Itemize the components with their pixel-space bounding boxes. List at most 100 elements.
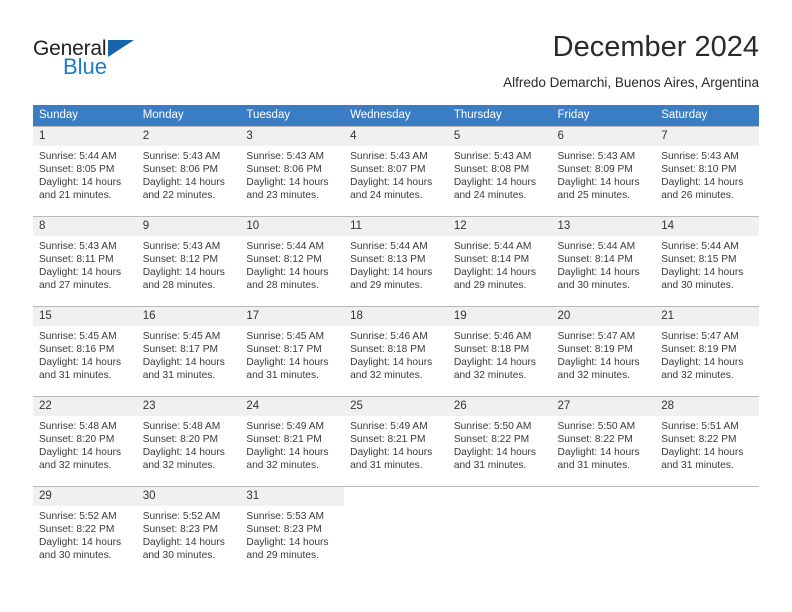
calendar-day-cell[interactable]: 21 Sunrise: 5:47 AM Sunset: 8:19 PM Dayligh… bbox=[655, 306, 759, 397]
sunrise-text: Sunrise: 5:51 AM bbox=[661, 421, 739, 432]
sunrise-text: Sunrise: 5:46 AM bbox=[453, 331, 532, 342]
calendar-day-cell[interactable]: 8 Sunrise: 5:43 AM Sunset: 8:11 PM Daylight… bbox=[33, 216, 137, 307]
weekday-header-sunday: Sunday bbox=[33, 105, 137, 127]
calendar-day-cell[interactable]: 18 Sunrise: 5:46 AM Sunset: 8:18 PM Dayligh… bbox=[344, 306, 448, 397]
calendar-day-cell[interactable]: 25 Sunrise: 5:49 AM Sunset: 8:21 PM Dayligh… bbox=[344, 396, 448, 487]
day-number: 17 bbox=[240, 307, 345, 326]
day-number: 3 bbox=[240, 127, 345, 146]
calendar-day-cell[interactable]: 4 Sunrise: 5:43 AM Sunset: 8:07 PM Daylight… bbox=[344, 126, 448, 217]
weekday-header-tuesday: Tuesday bbox=[240, 105, 345, 127]
calendar-day-cell[interactable]: 17 Sunrise: 5:45 AM Sunset: 8:17 PM Dayligh… bbox=[240, 306, 345, 397]
sunset-text: Sunset: 8:13 PM bbox=[350, 254, 426, 266]
sunset-text: Sunset: 8:20 PM bbox=[142, 434, 219, 446]
sunset-text: Sunset: 8:16 PM bbox=[39, 344, 115, 356]
day-number bbox=[344, 487, 448, 506]
day-details: Sunrise: 5:44 AM Sunset: 8:13 PM Daylight:… bbox=[344, 236, 448, 292]
weekday-header-wednesday: Wednesday bbox=[344, 105, 448, 127]
day-number: 25 bbox=[344, 397, 448, 416]
calendar-day-cell[interactable]: 13 Sunrise: 5:44 AM Sunset: 8:14 PM Dayligh… bbox=[551, 216, 656, 307]
day-number bbox=[552, 487, 656, 506]
weekday-header-saturday: Saturday bbox=[655, 105, 759, 127]
page-subtitle: Alfredo Demarchi, Buenos Aires, Argentin… bbox=[503, 75, 759, 90]
day-number: 12 bbox=[447, 217, 552, 236]
day-number: 30 bbox=[136, 487, 241, 506]
sunrise-text: Sunrise: 5:44 AM bbox=[557, 241, 636, 252]
day-number: 24 bbox=[240, 397, 345, 416]
calendar-day-cell[interactable]: 1 Sunrise: 5:44 AM Sunset: 8:05 PM Daylight… bbox=[33, 126, 137, 217]
calendar-day-cell[interactable]: 26 Sunrise: 5:50 AM Sunset: 8:22 PM Dayligh… bbox=[447, 396, 552, 487]
day-number: 11 bbox=[344, 217, 448, 236]
sunset-text: Sunset: 8:14 PM bbox=[557, 254, 633, 266]
sunset-text: Sunset: 8:15 PM bbox=[661, 254, 737, 266]
calendar-day-cell[interactable]: 2 Sunrise: 5:43 AM Sunset: 8:06 PM Daylight… bbox=[136, 126, 241, 217]
daylight-text: Daylight: 14 hours and 32 minutes. bbox=[453, 357, 536, 382]
weekday-header-thursday: Thursday bbox=[447, 105, 552, 127]
day-number: 27 bbox=[551, 397, 656, 416]
calendar-day-cell[interactable]: 9 Sunrise: 5:43 AM Sunset: 8:12 PM Daylight… bbox=[136, 216, 241, 307]
day-number bbox=[655, 487, 759, 506]
calendar-day-cell[interactable]: 28 Sunrise: 5:51 AM Sunset: 8:22 PM Dayligh… bbox=[655, 396, 759, 487]
daylight-text: Daylight: 14 hours and 31 minutes. bbox=[557, 447, 640, 472]
sunset-text: Sunset: 8:12 PM bbox=[246, 254, 322, 266]
calendar-day-cell[interactable]: 29 Sunrise: 5:52 AM Sunset: 8:22 PM Dayligh… bbox=[33, 486, 137, 577]
sunrise-text: Sunrise: 5:48 AM bbox=[142, 421, 221, 432]
day-details: Sunrise: 5:47 AM Sunset: 8:19 PM Daylight:… bbox=[552, 326, 656, 382]
daylight-text: Daylight: 14 hours and 32 minutes. bbox=[246, 447, 329, 472]
sunrise-text: Sunrise: 5:52 AM bbox=[142, 511, 221, 522]
day-details: Sunrise: 5:51 AM Sunset: 8:22 PM Daylight:… bbox=[655, 416, 759, 472]
sunrise-text: Sunrise: 5:44 AM bbox=[350, 241, 428, 252]
sunset-text: Sunset: 8:17 PM bbox=[246, 344, 322, 356]
day-number: 16 bbox=[136, 307, 241, 326]
sunrise-text: Sunrise: 5:52 AM bbox=[39, 511, 117, 522]
day-number: 1 bbox=[33, 127, 137, 146]
day-number: 28 bbox=[655, 397, 759, 416]
daylight-text: Daylight: 14 hours and 21 minutes. bbox=[39, 177, 122, 202]
daylight-text: Daylight: 14 hours and 31 minutes. bbox=[350, 447, 433, 472]
calendar-day-cell[interactable]: 30 Sunrise: 5:52 AM Sunset: 8:23 PM Dayligh… bbox=[136, 486, 241, 577]
day-details: Sunrise: 5:52 AM Sunset: 8:22 PM Daylight:… bbox=[33, 506, 137, 562]
calendar-day-cell[interactable]: 15 Sunrise: 5:45 AM Sunset: 8:16 PM Dayligh… bbox=[33, 306, 137, 397]
calendar-day-cell[interactable]: 12 Sunrise: 5:44 AM Sunset: 8:14 PM Dayligh… bbox=[447, 216, 552, 307]
calendar-week-row: 1 Sunrise: 5:44 AM Sunset: 8:05 PM Daylight… bbox=[33, 126, 759, 217]
calendar-week-row: 15 Sunrise: 5:45 AM Sunset: 8:16 PM Dayligh… bbox=[33, 306, 759, 397]
day-details: Sunrise: 5:44 AM Sunset: 8:14 PM Daylight:… bbox=[552, 236, 656, 292]
day-details: Sunrise: 5:45 AM Sunset: 8:17 PM Daylight:… bbox=[137, 326, 241, 382]
sunrise-text: Sunrise: 5:50 AM bbox=[557, 421, 636, 432]
day-details: Sunrise: 5:47 AM Sunset: 8:19 PM Daylight:… bbox=[655, 326, 759, 382]
general-blue-logo[interactable]: General Blue bbox=[33, 38, 163, 86]
calendar-day-cell[interactable]: 27 Sunrise: 5:50 AM Sunset: 8:22 PM Dayligh… bbox=[551, 396, 656, 487]
sunrise-text: Sunrise: 5:43 AM bbox=[142, 151, 221, 162]
daylight-text: Daylight: 14 hours and 27 minutes. bbox=[39, 267, 122, 292]
day-number: 26 bbox=[447, 397, 552, 416]
calendar-day-cell[interactable]: 7 Sunrise: 5:43 AM Sunset: 8:10 PM Daylight… bbox=[655, 126, 759, 217]
calendar-day-cell[interactable]: 5 Sunrise: 5:43 AM Sunset: 8:08 PM Daylight… bbox=[447, 126, 552, 217]
daylight-text: Daylight: 14 hours and 32 minutes. bbox=[557, 357, 640, 382]
calendar-day-cell[interactable]: 6 Sunrise: 5:43 AM Sunset: 8:09 PM Daylight… bbox=[551, 126, 656, 217]
calendar-day-cell-empty bbox=[447, 486, 552, 577]
sunset-text: Sunset: 8:08 PM bbox=[453, 164, 530, 176]
calendar-day-cell[interactable]: 31 Sunrise: 5:53 AM Sunset: 8:23 PM Dayligh… bbox=[240, 486, 345, 577]
calendar-day-cell[interactable]: 14 Sunrise: 5:44 AM Sunset: 8:15 PM Dayligh… bbox=[655, 216, 759, 307]
day-details: Sunrise: 5:50 AM Sunset: 8:22 PM Daylight:… bbox=[552, 416, 656, 472]
day-details: Sunrise: 5:49 AM Sunset: 8:21 PM Daylight:… bbox=[344, 416, 448, 472]
daylight-text: Daylight: 14 hours and 32 minutes. bbox=[39, 447, 122, 472]
calendar-day-cell[interactable]: 10 Sunrise: 5:44 AM Sunset: 8:12 PM Dayligh… bbox=[240, 216, 345, 307]
calendar-day-cell[interactable]: 11 Sunrise: 5:44 AM Sunset: 8:13 PM Dayligh… bbox=[344, 216, 448, 307]
calendar-day-cell[interactable]: 23 Sunrise: 5:48 AM Sunset: 8:20 PM Dayligh… bbox=[136, 396, 241, 487]
calendar-day-cell[interactable]: 16 Sunrise: 5:45 AM Sunset: 8:17 PM Dayligh… bbox=[136, 306, 241, 397]
day-number: 6 bbox=[551, 127, 656, 146]
weekday-header-row: Sunday Monday Tuesday Wednesday Thursday… bbox=[33, 105, 759, 127]
calendar-day-cell[interactable]: 3 Sunrise: 5:43 AM Sunset: 8:06 PM Daylight… bbox=[240, 126, 345, 217]
sunset-text: Sunset: 8:18 PM bbox=[350, 344, 426, 356]
daylight-text: Daylight: 14 hours and 30 minutes. bbox=[39, 537, 122, 562]
sunset-text: Sunset: 8:17 PM bbox=[142, 344, 219, 356]
sunrise-text: Sunrise: 5:44 AM bbox=[39, 151, 117, 162]
calendar-day-cell[interactable]: 22 Sunrise: 5:48 AM Sunset: 8:20 PM Dayligh… bbox=[33, 396, 137, 487]
calendar-day-cell[interactable]: 19 Sunrise: 5:46 AM Sunset: 8:18 PM Dayligh… bbox=[447, 306, 552, 397]
month-calendar: Sunday Monday Tuesday Wednesday Thursday… bbox=[33, 105, 759, 577]
day-number: 20 bbox=[551, 307, 656, 326]
calendar-day-cell[interactable]: 20 Sunrise: 5:47 AM Sunset: 8:19 PM Dayligh… bbox=[551, 306, 656, 397]
day-details: Sunrise: 5:46 AM Sunset: 8:18 PM Daylight:… bbox=[448, 326, 552, 382]
day-number: 9 bbox=[136, 217, 241, 236]
calendar-day-cell[interactable]: 24 Sunrise: 5:49 AM Sunset: 8:21 PM Dayligh… bbox=[240, 396, 345, 487]
